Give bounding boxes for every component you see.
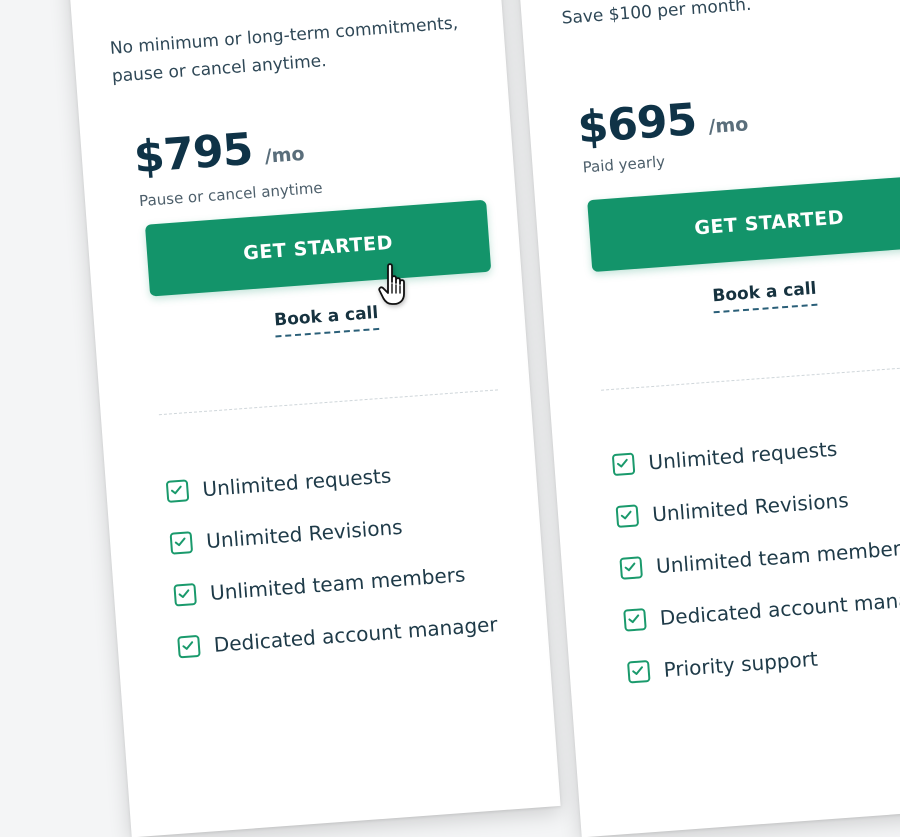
- feature-label: Unlimited requests: [647, 436, 838, 475]
- feature-label: Dedicated account manager: [213, 612, 499, 657]
- plan-title: Monthly: [100, 0, 273, 9]
- plan-description: Save $100 per month.: [561, 0, 753, 29]
- monthly-plan-card: Monthly No minimum or long-term commitme…: [60, 0, 561, 837]
- check-square-icon: [173, 583, 197, 607]
- price-period: /mo: [707, 113, 750, 139]
- price-note: Pause or cancel anytime: [138, 178, 324, 211]
- feature-label: Priority support: [662, 646, 819, 682]
- feature-label: Unlimited Revisions: [651, 487, 850, 527]
- book-a-call-link[interactable]: Book a call: [711, 278, 818, 314]
- check-square-icon: [619, 556, 643, 580]
- get-started-button[interactable]: GET STARTED: [144, 199, 492, 297]
- price: $695: [575, 94, 698, 154]
- feature-label: Unlimited requests: [201, 463, 392, 502]
- book-a-call-link[interactable]: Book a call: [273, 302, 380, 338]
- check-square-icon: [611, 452, 636, 477]
- check-square-icon: [169, 531, 194, 555]
- price: $795: [132, 123, 255, 184]
- feature-list: Unlimited requests Unlimited Revisions U…: [611, 416, 900, 699]
- check-square-icon: [627, 659, 651, 684]
- feature-label: Unlimited team members: [209, 562, 467, 605]
- price-row: $695 /mo: [575, 90, 750, 154]
- check-square-icon: [623, 608, 647, 632]
- check-square-icon: [615, 504, 640, 528]
- hand-pointer-icon: [378, 263, 405, 305]
- plan-description: No minimum or long-term commitments, pau…: [109, 13, 459, 87]
- divider: [601, 361, 900, 391]
- feature-list: Unlimited requests Unlimited Revisions U…: [165, 443, 500, 674]
- price-row: $795 /mo: [132, 120, 306, 184]
- price-note: Paid yearly: [582, 152, 666, 177]
- feature-label: Unlimited team members: [655, 535, 900, 579]
- divider: [158, 389, 499, 416]
- get-started-button[interactable]: GET STARTED: [587, 173, 900, 273]
- feature-label: Dedicated account manager: [659, 585, 900, 631]
- check-square-icon: [177, 634, 201, 659]
- yearly-plan-card: Save $100 per month. $695 /mo Paid yearl…: [510, 0, 900, 837]
- price-period: /mo: [263, 142, 306, 168]
- feature-label: Unlimited Revisions: [205, 514, 404, 554]
- check-square-icon: [165, 479, 190, 503]
